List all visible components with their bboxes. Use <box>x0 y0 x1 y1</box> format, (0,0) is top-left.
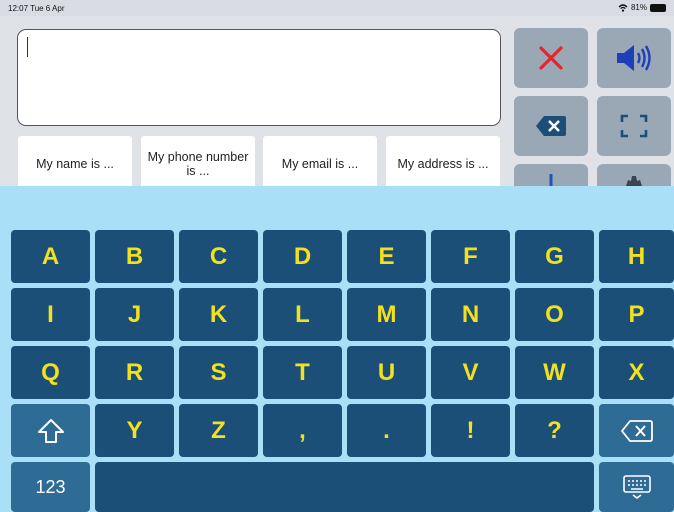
status-time: 12:07 Tue 6 Apr <box>8 4 65 13</box>
phrase-button-name[interactable]: My name is ... <box>17 135 133 193</box>
wifi-icon <box>618 3 628 12</box>
key-u[interactable]: U <box>347 346 426 399</box>
key-k[interactable]: K <box>179 288 258 341</box>
phrase-button-phone[interactable]: My phone number is ... <box>140 135 256 193</box>
key-r[interactable]: R <box>95 346 174 399</box>
key-j[interactable]: J <box>95 288 174 341</box>
speak-button[interactable] <box>597 28 671 88</box>
shift-icon <box>37 418 64 443</box>
status-right: 81% <box>618 3 666 12</box>
speaker-icon <box>617 45 651 71</box>
key-n[interactable]: N <box>431 288 510 341</box>
key-h[interactable]: H <box>599 230 674 283</box>
key-comma[interactable]: , <box>263 404 342 457</box>
clear-button[interactable] <box>514 28 588 88</box>
battery-icon <box>650 3 666 12</box>
share-button[interactable] <box>514 164 588 186</box>
key-y[interactable]: Y <box>95 404 174 457</box>
settings-button[interactable] <box>597 164 671 186</box>
numbers-key[interactable]: 123 <box>11 462 90 512</box>
key-a[interactable]: A <box>11 230 90 283</box>
backspace-key[interactable] <box>599 404 674 457</box>
key-b[interactable]: B <box>95 230 174 283</box>
key-w[interactable]: W <box>515 346 594 399</box>
backspace-icon <box>620 419 653 442</box>
text-caret <box>27 37 28 57</box>
key-z[interactable]: Z <box>179 404 258 457</box>
hide-keyboard-key[interactable] <box>599 462 674 512</box>
key-i[interactable]: I <box>11 288 90 341</box>
key-c[interactable]: C <box>179 230 258 283</box>
key-t[interactable]: T <box>263 346 342 399</box>
keyboard-hide-icon <box>622 475 651 499</box>
shift-key[interactable] <box>11 404 90 457</box>
key-s[interactable]: S <box>179 346 258 399</box>
key-m[interactable]: M <box>347 288 426 341</box>
status-bar: 12:07 Tue 6 Apr 81% <box>0 0 674 16</box>
key-v[interactable]: V <box>431 346 510 399</box>
key-question[interactable]: ? <box>515 404 594 457</box>
phrase-button-email[interactable]: My email is ... <box>262 135 378 193</box>
key-p[interactable]: P <box>599 288 674 341</box>
key-e[interactable]: E <box>347 230 426 283</box>
key-o[interactable]: O <box>515 288 594 341</box>
fullscreen-icon <box>620 114 648 138</box>
key-period[interactable]: . <box>347 404 426 457</box>
phrase-button-address[interactable]: My address is ... <box>385 135 501 193</box>
share-icon <box>549 174 553 186</box>
message-input[interactable] <box>17 29 501 126</box>
key-l[interactable]: L <box>263 288 342 341</box>
key-f[interactable]: F <box>431 230 510 283</box>
space-key[interactable] <box>95 462 594 512</box>
gear-icon <box>626 176 642 186</box>
top-panel: My name is ... My phone number is ... My… <box>0 16 674 193</box>
close-x-icon <box>539 46 563 70</box>
key-g[interactable]: G <box>515 230 594 283</box>
key-x[interactable]: X <box>599 346 674 399</box>
keyboard: A B C D E F G H I J K L M N O P Q R S T … <box>0 186 674 512</box>
app: 12:07 Tue 6 Apr 81% My name is ... My ph… <box>0 0 674 512</box>
fullscreen-button[interactable] <box>597 96 671 156</box>
key-exclamation[interactable]: ! <box>431 404 510 457</box>
key-d[interactable]: D <box>263 230 342 283</box>
battery-percent: 81% <box>630 3 647 12</box>
backspace-icon <box>536 116 566 136</box>
delete-word-button[interactable] <box>514 96 588 156</box>
key-q[interactable]: Q <box>11 346 90 399</box>
